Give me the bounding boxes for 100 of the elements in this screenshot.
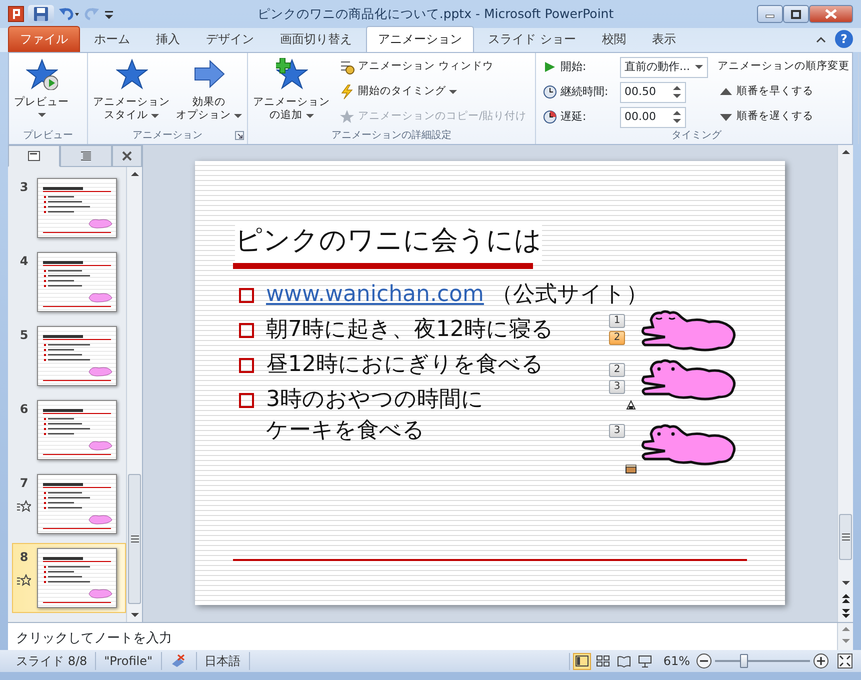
animation-pane-button[interactable]: アニメーション ウィンドウ	[337, 56, 529, 78]
language-indicator[interactable]: 日本語	[196, 652, 250, 670]
slide-thumbnail[interactable]	[37, 326, 117, 386]
move-later-button[interactable]: 順番を遅くする	[716, 106, 852, 128]
save-button[interactable]	[28, 5, 54, 23]
selected-thumbnail[interactable]: 8	[12, 543, 126, 613]
theme-name: "Profile"	[96, 652, 162, 670]
ribbon-tab[interactable]: デザイン	[194, 26, 266, 52]
slide-counter: スライド 8/8	[8, 652, 96, 670]
help-button[interactable]: ?	[835, 30, 853, 48]
animation-tag[interactable]: 2	[609, 331, 625, 345]
slideshow-button[interactable]	[636, 652, 654, 670]
dialog-launcher-icon[interactable]	[235, 131, 244, 140]
bullet-text: 3時のおやつの時間に ケーキを食べる	[266, 386, 484, 445]
group-label: タイミング	[672, 130, 722, 141]
bullet-text: 朝7時に起き、夜12時に寝る	[266, 316, 554, 344]
ribbon-tab[interactable]: スライド ショー	[476, 26, 588, 52]
slide-thumbnail[interactable]	[37, 474, 117, 534]
ribbon-tab[interactable]: 校閲	[590, 26, 638, 52]
zoom-out-icon[interactable]	[696, 653, 712, 669]
animation-tag[interactable]: 3	[609, 424, 625, 438]
add-animation-button[interactable]: アニメーション の追加	[251, 56, 332, 128]
slide-thumbnail[interactable]	[37, 548, 117, 608]
move-earlier-button[interactable]: 順番を早くする	[716, 81, 852, 103]
spin-arrows-icon	[672, 110, 681, 124]
slide-number: 6	[20, 401, 28, 418]
floppy-icon	[33, 6, 49, 22]
animation-tag[interactable]: 1	[609, 314, 625, 328]
maximize-button[interactable]	[783, 5, 809, 23]
close-pane-button[interactable]	[112, 145, 142, 167]
zoom-slider-thumb[interactable]	[740, 654, 748, 668]
slide-sorter-button[interactable]	[594, 652, 612, 670]
file-tab[interactable]: ファイル	[8, 26, 80, 52]
animation-style-button[interactable]: アニメーション スタイル	[91, 56, 172, 128]
cake-icon	[625, 463, 637, 475]
spin-field[interactable]: 00.50	[620, 82, 686, 102]
normal-view-button[interactable]	[573, 652, 592, 670]
star-icon	[339, 109, 355, 125]
projector-icon	[638, 654, 652, 668]
close-button[interactable]	[809, 5, 853, 23]
thumbnail-row[interactable]: 7	[12, 469, 126, 539]
bullet-icon	[239, 288, 254, 303]
preview-button[interactable]: プレビュー	[12, 56, 71, 128]
slide-number: 3	[20, 179, 28, 196]
spin-field[interactable]: 00.00	[620, 106, 686, 128]
animation-star-icon	[17, 500, 31, 512]
scroll-thumb[interactable]	[128, 474, 141, 604]
bullet-icon	[239, 393, 254, 408]
thumbnail-row[interactable]: 3	[12, 173, 126, 243]
ribbon-tab[interactable]: 画面切り替え	[268, 26, 364, 52]
field-label: 継続時間:	[560, 84, 610, 100]
slide-thumbnail[interactable]	[37, 400, 117, 460]
grid-icon	[596, 654, 610, 668]
animation-star-icon	[17, 574, 31, 586]
ribbon-tab[interactable]: ホーム	[82, 26, 142, 52]
bullet-icon	[239, 323, 254, 338]
slide-number: 5	[20, 327, 28, 344]
animation-tag[interactable]: 3	[609, 380, 625, 394]
slide-number: 8	[20, 549, 28, 566]
slide-number: 7	[20, 475, 28, 492]
group-label: プレビュー	[23, 130, 73, 141]
minimize-button[interactable]	[757, 5, 783, 23]
scroll-thumb[interactable]	[839, 514, 852, 560]
fit-to-window-icon[interactable]	[837, 653, 853, 669]
animation-tag[interactable]: 2	[609, 363, 625, 377]
maximize-icon	[791, 10, 801, 18]
zoom-in-icon[interactable]	[813, 653, 829, 669]
slide-thumbnail[interactable]	[37, 178, 117, 238]
star-plus-icon	[276, 58, 308, 90]
app-logo-icon	[8, 6, 24, 22]
thumbnail-row[interactable]: 4	[12, 247, 126, 317]
slide-number: 4	[20, 253, 28, 270]
spell-check-icon[interactable]	[170, 654, 188, 668]
trigger-button[interactable]: 開始のタイミング	[337, 81, 529, 103]
effect-options-button[interactable]: 効果の オプション	[174, 56, 244, 128]
lightning-icon	[339, 84, 355, 100]
website-link[interactable]: www.wanichan.com	[266, 282, 484, 307]
ribbon-tab[interactable]: アニメーション	[366, 26, 474, 52]
clock-icon	[542, 109, 558, 125]
undo-icon[interactable]	[58, 6, 80, 22]
star-play-icon	[26, 58, 58, 90]
ribbon-tab[interactable]: 表示	[640, 26, 688, 52]
slides-tab[interactable]	[8, 145, 60, 167]
start-dropdown[interactable]: 直前の動作...	[620, 56, 708, 78]
slide-thumbnail[interactable]	[37, 252, 117, 312]
bullet-text: 昼12時におにぎりを食べる	[266, 351, 544, 379]
outline-tab[interactable]	[60, 145, 112, 167]
normal-view-icon	[575, 654, 590, 668]
book-icon	[617, 654, 632, 668]
bullet-icon	[239, 358, 254, 373]
thumbnail-row[interactable]: 5	[12, 321, 126, 391]
zoom-level[interactable]: 61%	[657, 652, 696, 670]
group-heading: アニメーションの順序変更	[716, 59, 851, 74]
close-icon	[122, 151, 132, 161]
grip-icon	[130, 535, 138, 543]
slide-icon	[28, 150, 40, 162]
thumbnail-row[interactable]: 6	[12, 395, 126, 465]
spin-arrows-icon	[672, 85, 681, 99]
group-label: アニメーション	[132, 130, 202, 141]
ribbon-tab[interactable]: 挿入	[144, 26, 192, 52]
